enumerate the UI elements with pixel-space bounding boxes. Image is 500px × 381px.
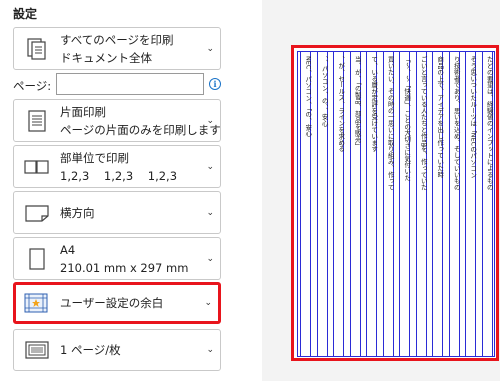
chevron-down-icon: ⌄ xyxy=(206,161,214,172)
margin-guides: たどの要望は、経験値のインプットによるもの そう思いついたルーツは「NECのパソコ… xyxy=(297,51,495,357)
sides-label: 片面印刷 xyxy=(60,104,106,119)
chevron-down-icon: ⌄ xyxy=(204,298,212,308)
collate-detail: 1,2,3 1,2,3 1,2,3 xyxy=(60,168,178,183)
pages-input[interactable] xyxy=(56,73,204,95)
preview-text-column: そう思いついたルーツは「NECのパソコン xyxy=(469,56,478,179)
collate-dropdown[interactable]: 部単位で印刷 1,2,3 1,2,3 1,2,3 ⌄ xyxy=(13,145,221,188)
pages-stack-icon xyxy=(23,35,51,63)
print-settings-panel: 設定 すべてのページを印刷 ドキュメント全体 ⌄ ページ: i 片面印刷 ページ… xyxy=(0,0,262,381)
margins-dropdown[interactable]: ユーザー設定の余白 ⌄ xyxy=(13,282,221,324)
preview-text-column: 当、が、「の製品、部品を販売」 xyxy=(353,56,362,149)
orientation-dropdown[interactable]: 横方向 ⌄ xyxy=(13,191,221,234)
preview-text-column: 買いたい、その時の一思いに取り組み、作って xyxy=(386,56,395,191)
pages-per-sheet-dropdown[interactable]: 1 ページ/枚 ⌄ xyxy=(13,329,221,371)
custom-margins-icon xyxy=(22,289,50,317)
chevron-down-icon: ⌄ xyxy=(206,115,214,126)
settings-title: 設定 xyxy=(13,7,38,21)
preview-text-column: NEC、パソコン、「の、安心 xyxy=(304,56,313,137)
chevron-down-icon: ⌄ xyxy=(206,207,214,218)
pages-per-sheet-icon xyxy=(23,336,51,364)
landscape-icon xyxy=(23,199,51,227)
single-sided-icon xyxy=(23,107,51,135)
preview-text-column: 商品の上で、アイデアを出し作っていた時 xyxy=(436,56,445,178)
chevron-down-icon: ⌄ xyxy=(206,345,214,355)
margins-label: ユーザー設定の余白 xyxy=(60,296,164,310)
paper-size-detail: 210.01 mm x 297 mm xyxy=(60,260,189,275)
print-range-label: すべてのページを印刷 xyxy=(60,32,174,47)
sides-detail: ページの片面のみを印刷します xyxy=(60,122,221,137)
preview-text-column: たどの要望は、経験値のインプットによるもの xyxy=(485,56,494,191)
preview-text-column: 、が、セールス、ラインを求める xyxy=(337,56,346,152)
preview-page: たどの要望は、経験値のインプットによるもの そう思いついたルーツは「NECのパソコ… xyxy=(291,45,499,361)
preview-text-column: ごいと言っている人たちと作品を、作っていた xyxy=(419,56,428,191)
paper-size-label: A4 xyxy=(60,242,76,257)
chevron-down-icon: ⌄ xyxy=(206,43,214,54)
orientation-label: 横方向 xyxy=(60,205,95,220)
print-range-detail: ドキュメント全体 xyxy=(60,50,152,65)
preview-text-column: り技術者であり、思いを込め、そしていいもの xyxy=(452,56,461,191)
sides-dropdown[interactable]: 片面印刷 ページの片面のみを印刷します ⌄ xyxy=(13,99,221,142)
preview-text-column: 「〜、〜「快適」、ことの大切さに気付いた xyxy=(403,56,412,181)
pages-field-label: ページ: xyxy=(13,79,52,93)
print-range-dropdown[interactable]: すべてのページを印刷 ドキュメント全体 ⌄ xyxy=(13,27,221,70)
collate-label: 部単位で印刷 xyxy=(60,150,129,165)
chevron-down-icon: ⌄ xyxy=(206,253,214,264)
collate-icon xyxy=(23,153,51,181)
preview-text-column: て、いる層が定評を受けています xyxy=(370,56,379,152)
preview-text-column: 、、パソコン、の、、安心 xyxy=(320,56,329,127)
pages-per-sheet-label: 1 ページ/枚 xyxy=(60,343,121,357)
info-icon[interactable]: i xyxy=(209,78,221,90)
paper-size-icon xyxy=(23,245,51,273)
paper-size-dropdown[interactable]: A4 210.01 mm x 297 mm ⌄ xyxy=(13,237,221,280)
